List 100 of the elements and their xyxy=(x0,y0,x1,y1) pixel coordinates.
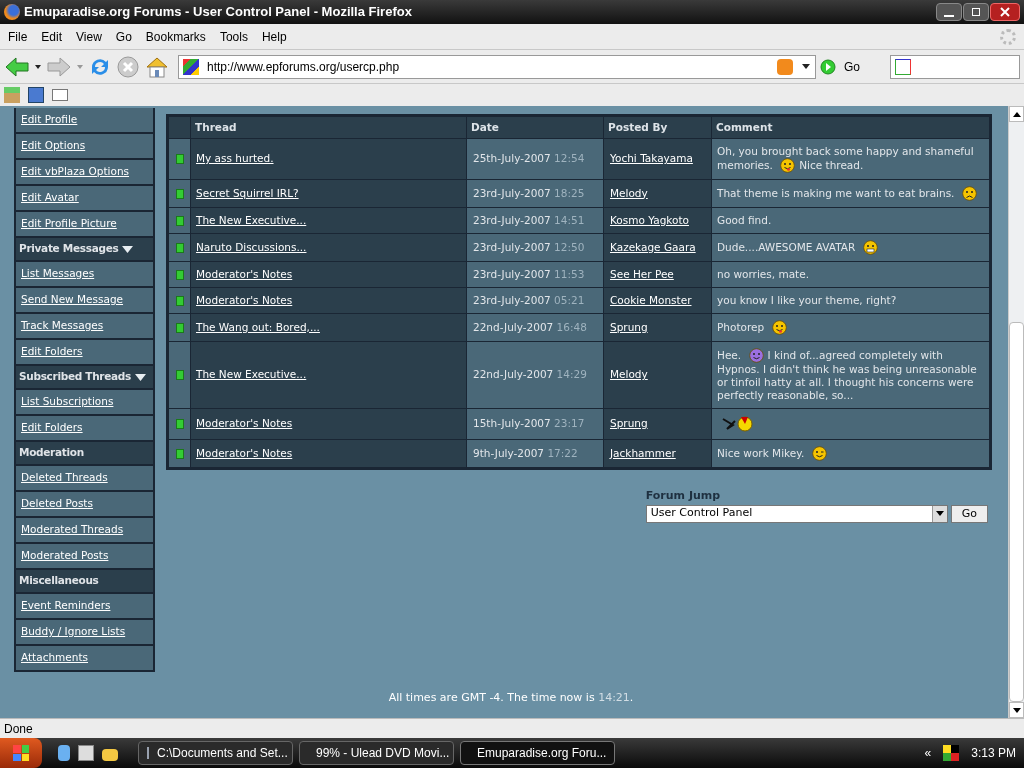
tongue-smiley-icon xyxy=(780,158,796,173)
comment-text: That theme is making me want to eat brains. xyxy=(717,186,984,201)
add-tab-icon[interactable] xyxy=(52,89,68,101)
rss-feed-icon[interactable] xyxy=(777,58,793,75)
thread-status-icon xyxy=(175,188,184,199)
thread-link[interactable]: My ass hurted. xyxy=(196,152,274,165)
scroll-down-icon[interactable] xyxy=(1009,702,1024,718)
sidebar-link[interactable]: Edit Folders xyxy=(16,416,153,440)
menu-item[interactable]: File xyxy=(8,27,28,46)
sidebar-link[interactable]: Buddy / Ignore Lists xyxy=(16,620,153,644)
taskbar-button[interactable]: 99% - Ulead DVD Movi... xyxy=(299,741,454,765)
sidebar-link[interactable]: Deleted Threads xyxy=(16,466,153,490)
thread-status-icon xyxy=(175,370,184,381)
sidebar-header-text: Private Messages xyxy=(19,241,119,257)
thread-link[interactable]: Moderator's Notes xyxy=(196,446,293,459)
address-text: http://www.epforums.org/usercp.php xyxy=(207,58,400,76)
close-button[interactable] xyxy=(990,3,1020,21)
restore-button[interactable] xyxy=(963,3,989,21)
tray-network-icon[interactable] xyxy=(943,745,960,761)
pacman-smiley-icon xyxy=(721,415,753,433)
vertical-scrollbar[interactable] xyxy=(1008,106,1024,718)
poster-link[interactable]: Melody xyxy=(610,368,648,381)
address-field[interactable]: http://www.epforums.org/usercp.php xyxy=(178,54,816,79)
comment-text: Oh, you brought back some happy and shameful memories. Nice thread. xyxy=(717,145,975,173)
wink-smiley-icon xyxy=(811,446,827,461)
collapse-caret-icon[interactable] xyxy=(135,373,146,381)
sidebar-link[interactable]: Send New Message xyxy=(16,288,153,312)
comment-text: Photorep xyxy=(717,320,984,335)
throbber-icon xyxy=(1000,28,1016,45)
comment-text: you know I like your theme, right? xyxy=(717,294,898,307)
date-cell: 23rd-July-2007 18:25 xyxy=(467,180,603,207)
sidebar-link[interactable]: Edit Avatar xyxy=(16,186,153,210)
collapse-caret-icon[interactable] xyxy=(122,245,134,253)
start-button[interactable] xyxy=(0,738,42,768)
sidebar-link[interactable]: Edit vbPlaza Options xyxy=(16,160,153,184)
scroll-up-icon[interactable] xyxy=(1009,106,1024,122)
sidebar-link[interactable]: Deleted Posts xyxy=(16,492,153,516)
column-header: Comment xyxy=(712,117,989,138)
sidebar-header-text: Miscellaneous xyxy=(19,573,99,589)
minimize-button[interactable] xyxy=(936,3,962,21)
column-header: Posted By xyxy=(604,117,711,138)
sidebar-link[interactable]: Event Reminders xyxy=(16,594,153,618)
taskbar-button[interactable]: Emuparadise.org Foru... xyxy=(460,741,615,765)
scrollbar-thumb[interactable] xyxy=(1009,322,1024,702)
sidebar-link[interactable]: Moderated Posts xyxy=(16,544,153,568)
sidebar-link[interactable]: Moderated Threads xyxy=(16,518,153,542)
sidebar-link[interactable]: List Subscriptions xyxy=(16,390,153,414)
windows-logo-icon xyxy=(13,745,29,761)
taskbar-button[interactable]: C:\Documents and Set... xyxy=(138,741,293,765)
dropdown-caret-icon[interactable] xyxy=(34,63,42,70)
menu-item[interactable]: Bookmarks xyxy=(145,27,206,46)
thread-link[interactable]: Naruto Discussions... xyxy=(196,240,307,253)
minimize-icon xyxy=(944,15,954,17)
search-field[interactable] xyxy=(890,54,1020,79)
go-button[interactable]: Go xyxy=(840,57,864,76)
poster-link[interactable]: Sprung xyxy=(610,320,648,333)
thread-link[interactable]: Moderator's Notes xyxy=(196,267,293,280)
sidebar-link[interactable]: Edit Profile xyxy=(16,108,153,132)
menu-item[interactable]: Go xyxy=(115,27,132,46)
column-header: Date xyxy=(467,117,603,138)
date-cell: 23rd-July-2007 05:21 xyxy=(467,288,603,313)
book-icon[interactable] xyxy=(28,87,44,103)
printer-icon[interactable] xyxy=(78,745,94,761)
close-icon xyxy=(1000,7,1010,17)
date-cell: 9th-July-2007 17:22 xyxy=(467,440,603,467)
tray-expand-chevron[interactable]: « xyxy=(924,744,932,762)
thread-status-icon xyxy=(175,215,184,226)
forum-jump-select[interactable]: User Control Panel xyxy=(645,504,948,523)
folder-icon[interactable] xyxy=(102,749,118,761)
thread-status-icon xyxy=(175,419,184,430)
poster-link[interactable]: Melody xyxy=(610,186,648,199)
footer-time-note: All times are GMT -4. The time now is 14:21. xyxy=(387,689,635,706)
stop-icon[interactable] xyxy=(116,54,140,79)
menu-item[interactable]: Help xyxy=(261,27,287,46)
window-title: Emuparadise.org Forums - User Control Panel - Mozilla Firefox xyxy=(24,3,412,22)
sidebar-link[interactable]: Attachments xyxy=(16,646,153,670)
desktop-icon[interactable] xyxy=(58,745,70,761)
comment-text: Hee. I kind of...agreed completely with Hypnos. I didn't think he was being unreasonable or tinfoil hatty at all. I thought his concerns were perfectly reasonable, so... xyxy=(717,348,978,402)
sidebar-link[interactable]: Edit Profile Picture xyxy=(16,212,153,236)
thread-link[interactable]: Secret Squirrel IRL? xyxy=(196,186,299,199)
smiley-icon xyxy=(748,348,764,363)
thread-link[interactable]: Moderator's Notes xyxy=(196,293,293,306)
sidebar-header[interactable]: Subscribed Threads xyxy=(16,366,153,388)
forum-jump-go-button[interactable]: Go xyxy=(950,504,988,523)
date-cell: 22nd-July-2007 14:29 xyxy=(467,342,603,408)
thread-link[interactable]: Moderator's Notes xyxy=(196,417,293,430)
select-value: User Control Panel xyxy=(650,505,753,522)
menu-item[interactable]: Edit xyxy=(41,27,63,46)
thread-link[interactable]: The New Executive... xyxy=(196,368,307,381)
comment-text: no worries, mate. xyxy=(717,268,810,281)
sidebar-link[interactable]: Edit Folders xyxy=(16,340,153,364)
sidebar-link[interactable]: List Messages xyxy=(16,262,153,286)
menu-item[interactable]: Tools xyxy=(219,27,248,46)
sidebar-link[interactable]: Edit Options xyxy=(16,134,153,158)
dropdown-caret-icon[interactable] xyxy=(801,62,811,71)
frown-smiley-icon xyxy=(961,186,977,201)
poster-link[interactable]: Sprung xyxy=(610,417,648,430)
menu-item[interactable]: View xyxy=(76,27,102,46)
sidebar-link[interactable]: Track Messages xyxy=(16,314,153,338)
sidebar-header[interactable]: Private Messages xyxy=(16,238,153,260)
